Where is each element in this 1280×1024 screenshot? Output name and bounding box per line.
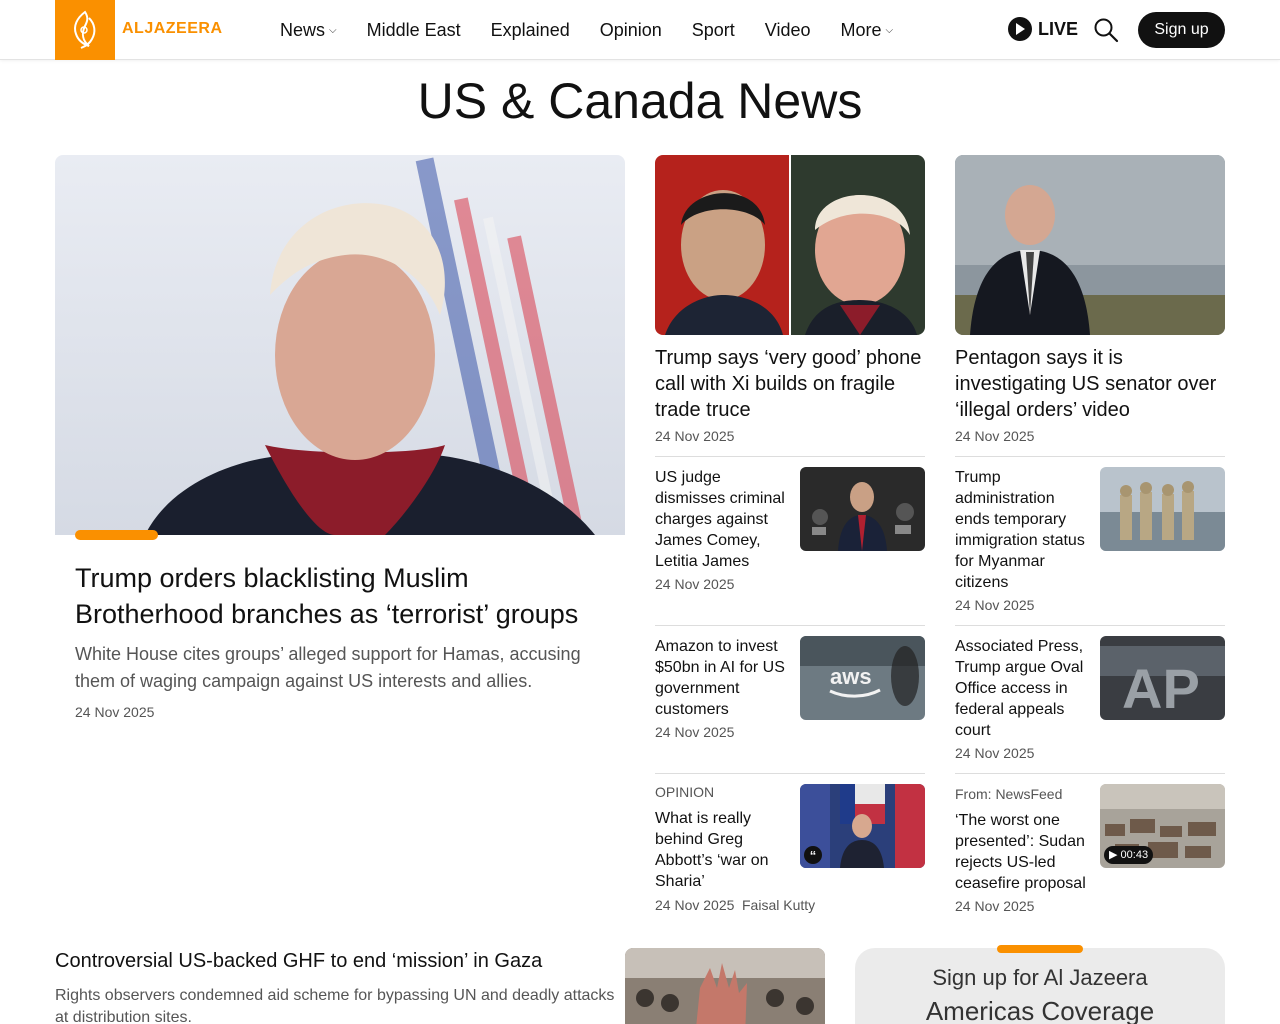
- newsletter-topic: Americas Coverage: [925, 996, 1155, 1024]
- divider: [955, 773, 1225, 774]
- page-title: US & Canada News: [417, 73, 863, 129]
- accent-bar: [997, 945, 1083, 953]
- article-thumbnail[interactable]: AP: [1100, 636, 1225, 720]
- nav-item-news[interactable]: News ⌵: [280, 20, 337, 41]
- svg-text:AP: AP: [1122, 657, 1200, 720]
- hero-date: 24 Nov 2025: [75, 704, 155, 720]
- article-thumbnail[interactable]: “: [800, 784, 925, 868]
- hero-summary: White House cites groups’ alleged suppor…: [75, 644, 581, 691]
- article-headline[interactable]: Controversial US-backed GHF to end ‘miss…: [55, 950, 542, 973]
- article-date: 24 Nov 2025: [955, 428, 1035, 444]
- article-headline[interactable]: Trump says ‘very good’ phone call with X…: [655, 345, 925, 423]
- article-image[interactable]: [955, 155, 1225, 335]
- video-duration-badge: ▶ 00:43: [1104, 846, 1154, 864]
- play-icon: ▶: [1109, 849, 1118, 861]
- brand-name[interactable]: ALJAZEERA: [122, 20, 223, 38]
- nav-item-explained[interactable]: Explained: [491, 20, 570, 41]
- nav-item-middle-east[interactable]: Middle East: [367, 20, 461, 41]
- nav-item-video[interactable]: Video: [765, 20, 811, 41]
- nav-item-opinion[interactable]: Opinion: [600, 20, 662, 41]
- article-headline[interactable]: Amazon to invest $50bn in AI for US gove…: [655, 636, 793, 720]
- divider: [655, 773, 925, 774]
- newsletter-heading: Sign up for Al Jazeera: [932, 965, 1148, 990]
- main-nav: News ⌵ Middle East Explained Opinion Spo…: [280, 0, 923, 60]
- article-date: 24 Nov 2025: [655, 897, 735, 913]
- live-button[interactable]: LIVE: [1008, 17, 1078, 41]
- divider: [655, 456, 925, 457]
- divider: [955, 625, 1225, 626]
- quote-icon: “: [804, 846, 822, 864]
- article-headline[interactable]: US judge dismisses criminal charges agai…: [655, 467, 793, 572]
- nav-item-label: More: [840, 19, 882, 40]
- article-author[interactable]: Faisal Kutty: [742, 897, 815, 913]
- source-kicker: From: NewsFeed: [955, 786, 1063, 802]
- nav-item-label: Video: [764, 19, 811, 40]
- article-headline[interactable]: Pentagon says it is investigating US sen…: [955, 345, 1225, 423]
- svg-text:aws: aws: [830, 664, 872, 689]
- aljazeera-logo-icon[interactable]: [55, 0, 115, 60]
- article-headline[interactable]: Associated Press, Trump argue Oval Offic…: [955, 636, 1093, 741]
- article-thumbnail[interactable]: [1100, 467, 1225, 551]
- article-date: 24 Nov 2025: [955, 898, 1035, 914]
- nav-item-label: Middle East: [366, 19, 461, 40]
- site-header: ALJAZEERA News ⌵ Middle East Explained O…: [0, 0, 1280, 60]
- article-image[interactable]: [655, 155, 925, 335]
- chevron-down-icon: ⌵: [329, 24, 337, 36]
- hero-image[interactable]: [55, 155, 625, 535]
- search-icon[interactable]: [1093, 17, 1119, 43]
- live-label: LIVE: [1038, 18, 1079, 39]
- nav-item-label: Opinion: [599, 19, 662, 40]
- nav-item-more[interactable]: More ⌵: [841, 20, 894, 41]
- article-date: 24 Nov 2025: [655, 724, 735, 740]
- article-date: 24 Nov 2025: [955, 597, 1035, 613]
- sign-up-button[interactable]: Sign up: [1138, 12, 1225, 48]
- divider: [655, 625, 925, 626]
- article-summary: Rights observers condemned aid scheme fo…: [55, 987, 615, 1024]
- hero-headline[interactable]: Trump orders blacklisting Muslim Brother…: [75, 560, 615, 632]
- article-image[interactable]: [625, 948, 825, 1024]
- article-headline[interactable]: Trump administration ends temporary immi…: [955, 467, 1093, 593]
- chevron-down-icon: ⌵: [885, 24, 894, 36]
- article-thumbnail[interactable]: [800, 467, 925, 551]
- play-icon: [1008, 17, 1032, 41]
- article-thumbnail[interactable]: aws: [800, 636, 925, 720]
- accent-bar: [75, 530, 158, 540]
- nav-item-label: Sport: [691, 19, 735, 40]
- article-date: 24 Nov 2025: [955, 745, 1035, 761]
- article-date: 24 Nov 2025: [655, 428, 735, 444]
- nav-item-label: Explained: [490, 19, 570, 40]
- nav-item-label: News: [280, 19, 326, 40]
- divider: [955, 456, 1225, 457]
- article-date: 24 Nov 2025: [655, 576, 735, 592]
- article-headline[interactable]: What is really behind Greg Abbott’s ‘war…: [655, 808, 793, 892]
- video-thumbnail[interactable]: ▶ 00:43: [1100, 784, 1225, 868]
- video-duration: 00:43: [1120, 849, 1149, 861]
- nav-item-sport[interactable]: Sport: [692, 20, 735, 41]
- opinion-kicker: OPINION: [655, 784, 715, 800]
- article-headline[interactable]: ‘The worst one presented’: Sudan rejects…: [955, 810, 1093, 894]
